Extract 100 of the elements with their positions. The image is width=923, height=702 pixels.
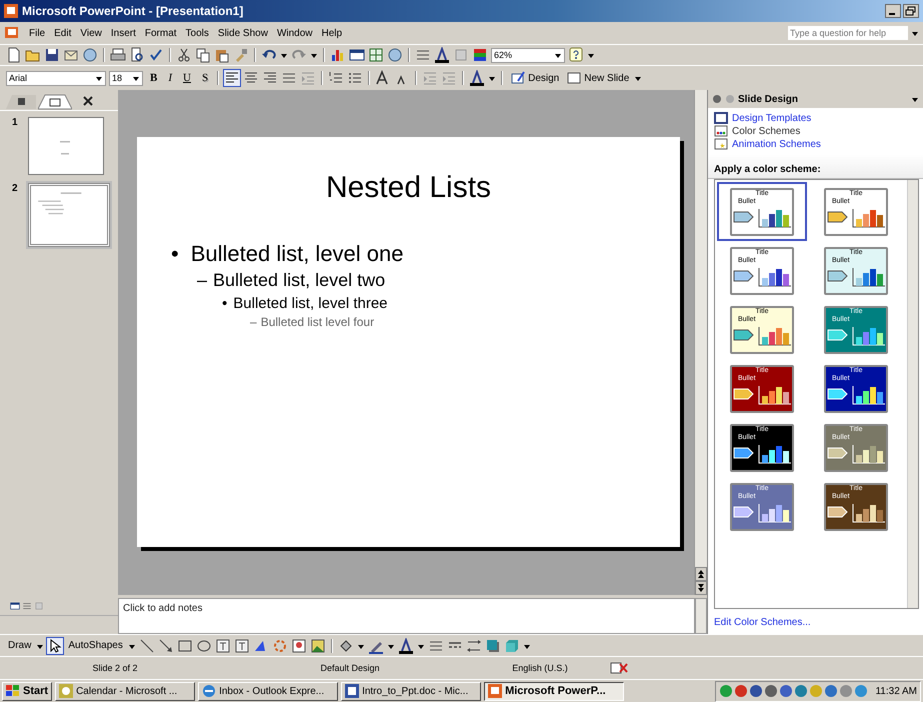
normal-view-icon[interactable] bbox=[10, 601, 20, 611]
notes-scrollbar[interactable] bbox=[695, 598, 707, 634]
outline-tab-icon[interactable] bbox=[6, 94, 36, 110]
autoshapes-menu-button[interactable]: AutoShapes bbox=[66, 636, 125, 654]
document-icon[interactable] bbox=[4, 26, 20, 40]
color-bars-icon[interactable] bbox=[472, 47, 488, 63]
align-left-icon[interactable] bbox=[224, 70, 240, 86]
font-color-icon[interactable] bbox=[398, 638, 414, 654]
arrow-style-icon[interactable] bbox=[466, 638, 482, 654]
circle-icon[interactable] bbox=[734, 684, 748, 698]
font-icon[interactable] bbox=[434, 47, 450, 63]
taskbar-button[interactable]: Inbox - Outlook Expre... bbox=[198, 682, 338, 700]
dropdown-arrow-icon[interactable] bbox=[132, 74, 140, 82]
zoom-field[interactable]: 62% bbox=[491, 48, 565, 62]
picture-icon[interactable] bbox=[310, 638, 326, 654]
window-title: Microsoft PowerPoint - [Presentation1] bbox=[22, 4, 244, 18]
calendar-icon bbox=[59, 684, 74, 698]
italic-button[interactable]: I bbox=[164, 70, 176, 86]
font-color-icon[interactable] bbox=[469, 70, 486, 86]
new-document-icon[interactable] bbox=[6, 47, 22, 63]
printer-icon[interactable] bbox=[110, 47, 126, 63]
back-icon[interactable] bbox=[712, 94, 722, 104]
slide-title: Nested Lists bbox=[324, 171, 492, 205]
notes-field[interactable]: Click to add notes bbox=[118, 598, 695, 634]
start-button[interactable]: Start bbox=[2, 682, 52, 700]
table-icon[interactable] bbox=[349, 47, 365, 63]
dropdown-arrow-icon[interactable] bbox=[95, 74, 103, 82]
menu-item[interactable]: Edit bbox=[54, 28, 72, 38]
menu-item[interactable]: Tools bbox=[186, 28, 209, 38]
text-box-icon[interactable] bbox=[214, 638, 231, 654]
close-icon[interactable] bbox=[82, 95, 94, 107]
bullet-text: Bulleted list, level two bbox=[213, 270, 386, 291]
menu-item[interactable]: Slide Show bbox=[218, 28, 268, 38]
line-icon[interactable] bbox=[138, 638, 155, 654]
font-size-field[interactable]: 18 bbox=[109, 70, 143, 86]
dropdown-arrow-icon[interactable] bbox=[310, 51, 318, 59]
save-icon[interactable] bbox=[44, 47, 60, 63]
taskbar-button[interactable]: Microsoft PowerP... bbox=[484, 682, 624, 700]
edit-color-schemes-link[interactable]: Edit Color Schemes... bbox=[708, 609, 923, 628]
print-preview-icon[interactable] bbox=[129, 47, 145, 63]
pane-title: Slide Design bbox=[738, 94, 800, 104]
previous-slide-icon[interactable] bbox=[695, 567, 707, 581]
taskbar-button[interactable]: Intro_to_Ppt.doc - Mic... bbox=[341, 682, 482, 700]
dropdown-arrow-icon[interactable] bbox=[911, 29, 919, 37]
new-slide-button[interactable]: New Slide bbox=[564, 69, 632, 87]
design-button[interactable]: Design bbox=[508, 69, 562, 87]
clip-art-icon[interactable] bbox=[290, 638, 307, 654]
task-link[interactable]: Animation Schemes bbox=[732, 138, 821, 150]
minimize-icon[interactable] bbox=[885, 4, 901, 18]
dropdown-arrow-icon[interactable] bbox=[634, 74, 642, 82]
pointer-icon[interactable] bbox=[47, 638, 64, 654]
menu-item[interactable]: Insert bbox=[110, 28, 136, 38]
menu-item[interactable]: View bbox=[80, 28, 102, 38]
fill-color-icon[interactable] bbox=[338, 638, 354, 654]
blank-slide-icon bbox=[566, 70, 582, 86]
chart-icon[interactable] bbox=[330, 47, 346, 63]
shadow-button[interactable]: S bbox=[198, 70, 212, 86]
task-link[interactable]: Color Schemes bbox=[732, 126, 800, 136]
shadow-icon[interactable] bbox=[484, 638, 501, 654]
slide-number: 1 bbox=[12, 117, 19, 128]
paste-icon[interactable] bbox=[214, 47, 230, 63]
underline-button[interactable]: U bbox=[179, 70, 195, 86]
help-search-field[interactable]: Type a question for help bbox=[788, 26, 908, 40]
draw-menu-button[interactable]: Draw bbox=[6, 636, 34, 654]
menu-item[interactable]: Help bbox=[322, 28, 342, 38]
menu-item[interactable]: Format bbox=[144, 28, 177, 38]
rectangle-icon[interactable] bbox=[176, 638, 193, 654]
arrow-icon[interactable] bbox=[158, 638, 174, 654]
slide-thumbnail[interactable] bbox=[28, 117, 104, 175]
cut-icon[interactable] bbox=[176, 47, 192, 63]
bullet-marker: – bbox=[250, 316, 257, 330]
vertical-scrollbar[interactable] bbox=[907, 180, 918, 608]
restore-icon[interactable] bbox=[903, 4, 919, 18]
grid-icon[interactable] bbox=[368, 47, 384, 63]
oval-icon[interactable] bbox=[196, 638, 212, 654]
copy-icon[interactable] bbox=[195, 47, 211, 63]
dropdown-arrow-icon[interactable] bbox=[587, 51, 595, 59]
template-icon bbox=[714, 112, 728, 124]
vertical-text-box-icon[interactable] bbox=[234, 638, 250, 654]
slide-thumbnail[interactable] bbox=[28, 183, 110, 247]
dropdown-arrow-icon[interactable] bbox=[554, 51, 562, 59]
dropdown-arrow-icon[interactable] bbox=[911, 95, 919, 103]
pen-on-page-icon bbox=[510, 70, 526, 86]
taskbar-button[interactable]: Calendar - Microsoft ... bbox=[55, 682, 196, 700]
menu-item[interactable]: Window bbox=[276, 28, 313, 38]
dropdown-arrow-icon[interactable] bbox=[488, 74, 496, 82]
spelling-icon[interactable] bbox=[148, 47, 164, 63]
next-slide-icon[interactable] bbox=[695, 581, 707, 595]
bullet-marker: • bbox=[171, 241, 179, 266]
slides-tab-icon[interactable] bbox=[38, 94, 72, 110]
bold-button[interactable]: B bbox=[146, 70, 162, 86]
bulleted-list-icon[interactable] bbox=[347, 70, 364, 86]
task-link[interactable]: Design Templates bbox=[732, 112, 812, 124]
font-field[interactable]: Arial bbox=[6, 70, 106, 86]
document-icon bbox=[345, 684, 360, 698]
dropdown-arrow-icon[interactable] bbox=[280, 51, 288, 59]
help-icon[interactable] bbox=[568, 47, 584, 63]
menu-item[interactable]: File bbox=[29, 28, 46, 38]
spelling-status-icon bbox=[610, 661, 628, 675]
clock: 11:32 AM bbox=[875, 686, 917, 696]
